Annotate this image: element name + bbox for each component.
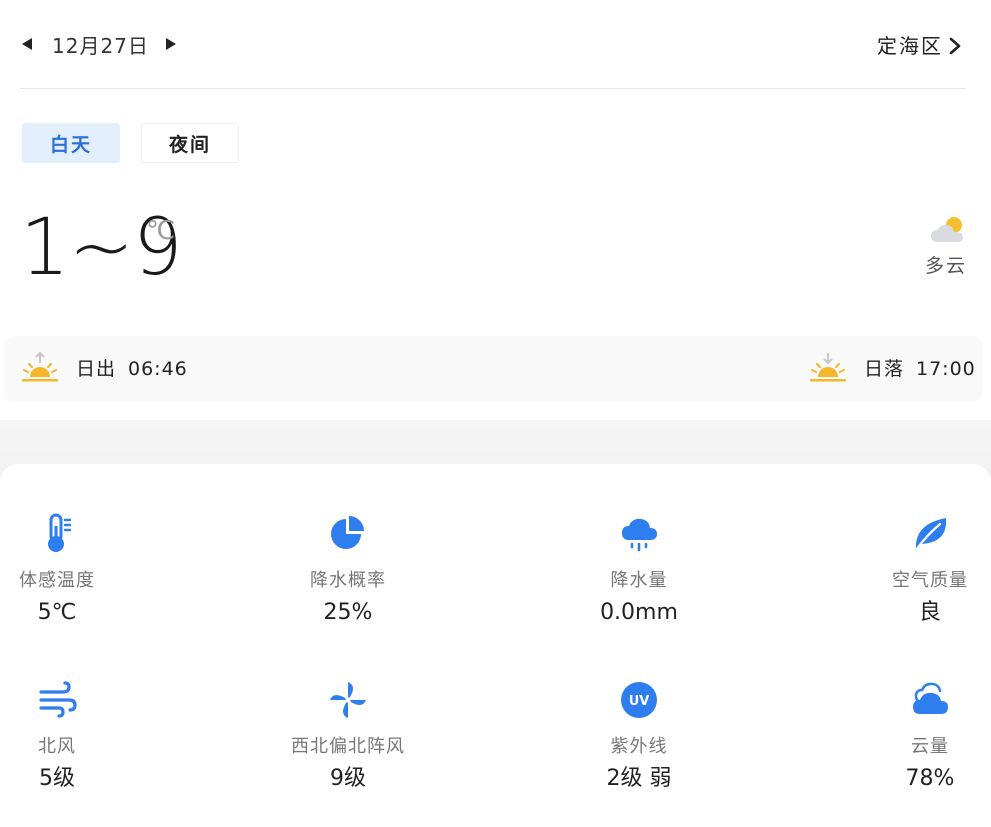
chevron-right-icon[interactable] [945, 33, 967, 59]
thermometer-icon [35, 512, 79, 556]
sunrise-icon [20, 351, 60, 385]
metric-label: 紫外线 [610, 736, 668, 757]
metric-value: 5℃ [37, 600, 77, 625]
metric-uv-index: UV 紫外线 2级 弱 [554, 678, 724, 792]
sunset-icon [808, 351, 848, 385]
sunrise-label: 日出 [76, 358, 117, 380]
metric-value: 78% [905, 766, 955, 791]
rain-cloud-icon [617, 512, 661, 556]
sunrise-time: 06:46 [128, 358, 188, 380]
date-label: 12月27日 [52, 34, 149, 58]
metric-value: 25% [323, 600, 373, 625]
pinwheel-icon [326, 678, 370, 722]
sunset-time: 17:00 [916, 358, 976, 380]
leaf-icon [908, 512, 952, 556]
metric-precip-probability: 降水概率 25% [263, 512, 433, 626]
district-selector[interactable]: 定海区 [877, 34, 943, 58]
metric-gust: 西北偏北阵风 9级 [263, 678, 433, 792]
metric-label: 体感温度 [19, 570, 95, 591]
metric-air-quality: 空气质量 良 [845, 512, 991, 626]
metric-label: 北风 [38, 736, 76, 757]
metric-value: 0.0mm [600, 600, 678, 625]
metric-value: 5级 [39, 766, 75, 791]
metric-label: 降水量 [610, 570, 668, 591]
header-divider [20, 88, 966, 89]
metric-value: 9级 [330, 766, 366, 791]
temperature-range: 1~9 [20, 203, 183, 293]
metric-precipitation: 降水量 0.0mm [554, 512, 724, 626]
weather-condition: 多云 [924, 255, 967, 277]
next-day-arrow-icon[interactable] [164, 36, 178, 56]
metric-label: 西北偏北阵风 [291, 736, 405, 757]
metric-label: 空气质量 [892, 570, 968, 591]
metric-cloud-cover: 云量 78% [845, 678, 991, 792]
temperature-unit: ℃ [146, 216, 176, 246]
prev-day-arrow-icon[interactable] [20, 36, 34, 56]
cloud-icon [908, 678, 952, 722]
uv-icon: UV [617, 678, 661, 722]
wind-icon [35, 678, 79, 722]
details-card [0, 464, 991, 827]
metric-feels-like: 体感温度 5℃ [0, 512, 142, 626]
metric-value: 2级 弱 [606, 766, 672, 791]
tab-daytime[interactable]: 白天 [22, 123, 120, 163]
tab-night[interactable]: 夜间 [141, 123, 239, 163]
metric-value: 良 [918, 600, 941, 625]
pie-chart-icon [326, 512, 370, 556]
metric-label: 降水概率 [310, 570, 386, 591]
svg-text:UV: UV [629, 694, 650, 709]
metric-label: 云量 [911, 736, 949, 757]
metric-wind: 北风 5级 [0, 678, 142, 792]
partly-cloudy-icon [928, 214, 968, 246]
sunset-label: 日落 [864, 358, 905, 380]
